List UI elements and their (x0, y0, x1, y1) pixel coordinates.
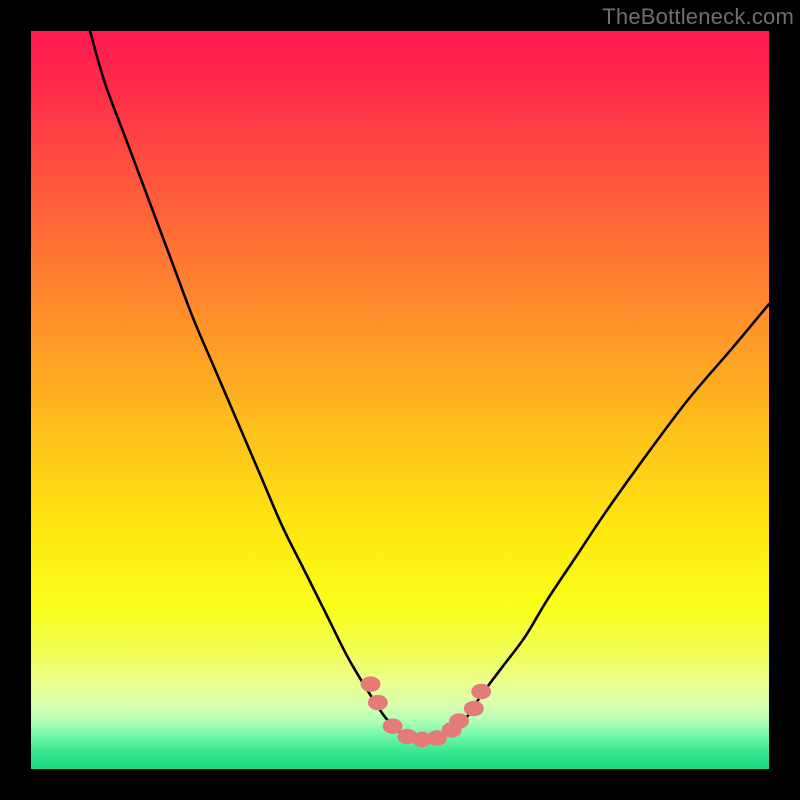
watermark-text: TheBottleneck.com (602, 4, 794, 30)
chart-frame: TheBottleneck.com (0, 0, 800, 800)
plot-area (31, 31, 769, 769)
background-gradient (31, 31, 769, 769)
